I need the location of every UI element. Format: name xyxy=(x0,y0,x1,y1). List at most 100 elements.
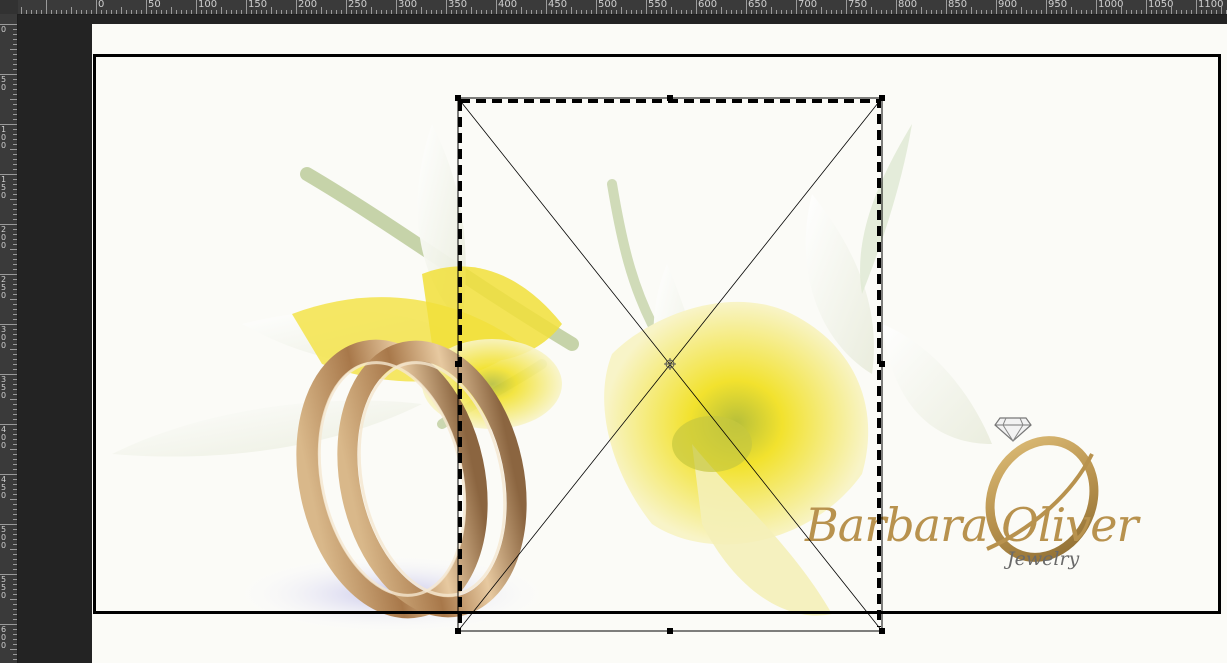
ruler-minor-tick xyxy=(216,10,217,14)
ruler-minor-tick xyxy=(326,10,327,14)
ruler-minor-tick xyxy=(13,304,17,305)
ruler-minor-tick xyxy=(821,7,822,14)
ruler-label: 200 xyxy=(298,0,318,10)
ruler-minor-tick xyxy=(561,10,562,14)
ruler-minor-tick xyxy=(13,389,17,390)
ruler-minor-tick xyxy=(161,10,162,14)
ruler-label: 900 xyxy=(998,0,1018,10)
ruler-minor-tick xyxy=(13,279,17,280)
transform-handle-bottom-right[interactable] xyxy=(879,628,885,634)
ruler-label: 150 xyxy=(248,0,268,10)
ruler-minor-tick xyxy=(556,10,557,14)
ruler-minor-tick xyxy=(13,509,17,510)
transform-handle-top-right[interactable] xyxy=(879,95,885,101)
ruler-minor-tick xyxy=(13,179,17,180)
transform-handle-bottom-left[interactable] xyxy=(455,628,461,634)
ruler-minor-tick xyxy=(13,319,17,320)
ruler-minor-tick xyxy=(486,10,487,14)
ruler-minor-tick xyxy=(1106,10,1107,14)
ruler-minor-tick xyxy=(211,10,212,14)
ruler-minor-tick xyxy=(1166,10,1167,14)
ruler-label: 150 xyxy=(1,175,7,200)
ruler-minor-tick xyxy=(13,229,17,230)
transform-handle-top-left[interactable] xyxy=(455,95,461,101)
ruler-minor-tick xyxy=(13,104,17,105)
ruler-minor-tick xyxy=(13,484,17,485)
ruler-minor-tick xyxy=(1131,10,1132,14)
ruler-tick xyxy=(96,0,97,14)
ruler-minor-tick xyxy=(13,94,17,95)
ruler-minor-tick xyxy=(51,10,52,14)
ruler-minor-tick xyxy=(1076,10,1077,14)
ruler-minor-tick xyxy=(26,10,27,14)
ruler-minor-tick xyxy=(386,10,387,14)
ruler-minor-tick xyxy=(261,10,262,14)
ruler-minor-tick xyxy=(10,99,17,100)
ruler-minor-tick xyxy=(191,10,192,14)
ruler-minor-tick xyxy=(13,584,17,585)
ruler-minor-tick xyxy=(751,10,752,14)
ruler-minor-tick xyxy=(13,89,17,90)
ruler-minor-tick xyxy=(46,0,47,14)
ruler-minor-tick xyxy=(13,479,17,480)
ruler-minor-tick xyxy=(591,10,592,14)
ruler-minor-tick xyxy=(631,10,632,14)
ruler-minor-tick xyxy=(226,10,227,14)
ruler-minor-tick xyxy=(676,10,677,14)
ruler-minor-tick xyxy=(13,489,17,490)
ruler-minor-tick xyxy=(301,10,302,14)
ruler-minor-tick xyxy=(581,10,582,14)
ruler-minor-tick xyxy=(91,10,92,14)
ruler-minor-tick xyxy=(13,534,17,535)
ruler-minor-tick xyxy=(941,10,942,14)
ruler-minor-tick xyxy=(311,10,312,14)
ruler-minor-tick xyxy=(626,10,627,14)
ruler-minor-tick xyxy=(13,529,17,530)
vertical-ruler[interactable]: 0 50 100 150 200 250 300 350 400 450 500 550 600 xyxy=(0,14,18,663)
ruler-minor-tick xyxy=(991,10,992,14)
ruler-minor-tick xyxy=(1066,10,1067,14)
ruler-minor-tick xyxy=(531,10,532,14)
ruler-minor-tick xyxy=(861,10,862,14)
ruler-minor-tick xyxy=(851,10,852,14)
ruler-minor-tick xyxy=(1016,10,1017,14)
diamond-icon xyxy=(994,417,1032,442)
ruler-minor-tick xyxy=(766,10,767,14)
ruler-minor-tick xyxy=(13,659,17,660)
ruler-label: 350 xyxy=(1,375,7,400)
ruler-minor-tick xyxy=(241,10,242,14)
transform-handle-right[interactable] xyxy=(879,361,885,367)
logo-subtitle: Jewelry xyxy=(1007,548,1080,570)
ruler-minor-tick xyxy=(10,499,17,500)
transform-handle-bottom[interactable] xyxy=(667,628,673,634)
ruler-minor-tick xyxy=(13,154,17,155)
transform-handle-top[interactable] xyxy=(667,95,673,101)
ruler-minor-tick xyxy=(13,164,17,165)
ruler-minor-tick xyxy=(13,644,17,645)
ruler-minor-tick xyxy=(406,10,407,14)
ruler-minor-tick xyxy=(56,10,57,14)
ruler-minor-tick xyxy=(621,7,622,14)
ruler-minor-tick xyxy=(31,10,32,14)
ruler-minor-tick xyxy=(166,10,167,14)
ruler-minor-tick xyxy=(876,10,877,14)
ruler-minor-tick xyxy=(66,10,67,14)
ruler-minor-tick xyxy=(13,214,17,215)
ruler-minor-tick xyxy=(13,239,17,240)
ruler-minor-tick xyxy=(276,10,277,14)
ruler-minor-tick xyxy=(13,54,17,55)
ruler-minor-tick xyxy=(186,10,187,14)
ruler-minor-tick xyxy=(13,79,17,80)
ruler-minor-tick xyxy=(13,414,17,415)
ruler-minor-tick xyxy=(281,10,282,14)
transform-handle-left[interactable] xyxy=(455,361,461,367)
ruler-label: 0 xyxy=(98,0,105,10)
ruler-minor-tick xyxy=(13,204,17,205)
ruler-label: 50 xyxy=(1,75,7,92)
horizontal-ruler[interactable]: 0 50 100 150 200 250 300 350 400 450 500 550 600 650 7… xyxy=(18,0,1227,15)
ruler-minor-tick xyxy=(13,609,17,610)
ruler-minor-tick xyxy=(371,7,372,14)
ruler-minor-tick xyxy=(381,10,382,14)
ruler-minor-tick xyxy=(871,7,872,14)
ruler-minor-tick xyxy=(13,139,17,140)
